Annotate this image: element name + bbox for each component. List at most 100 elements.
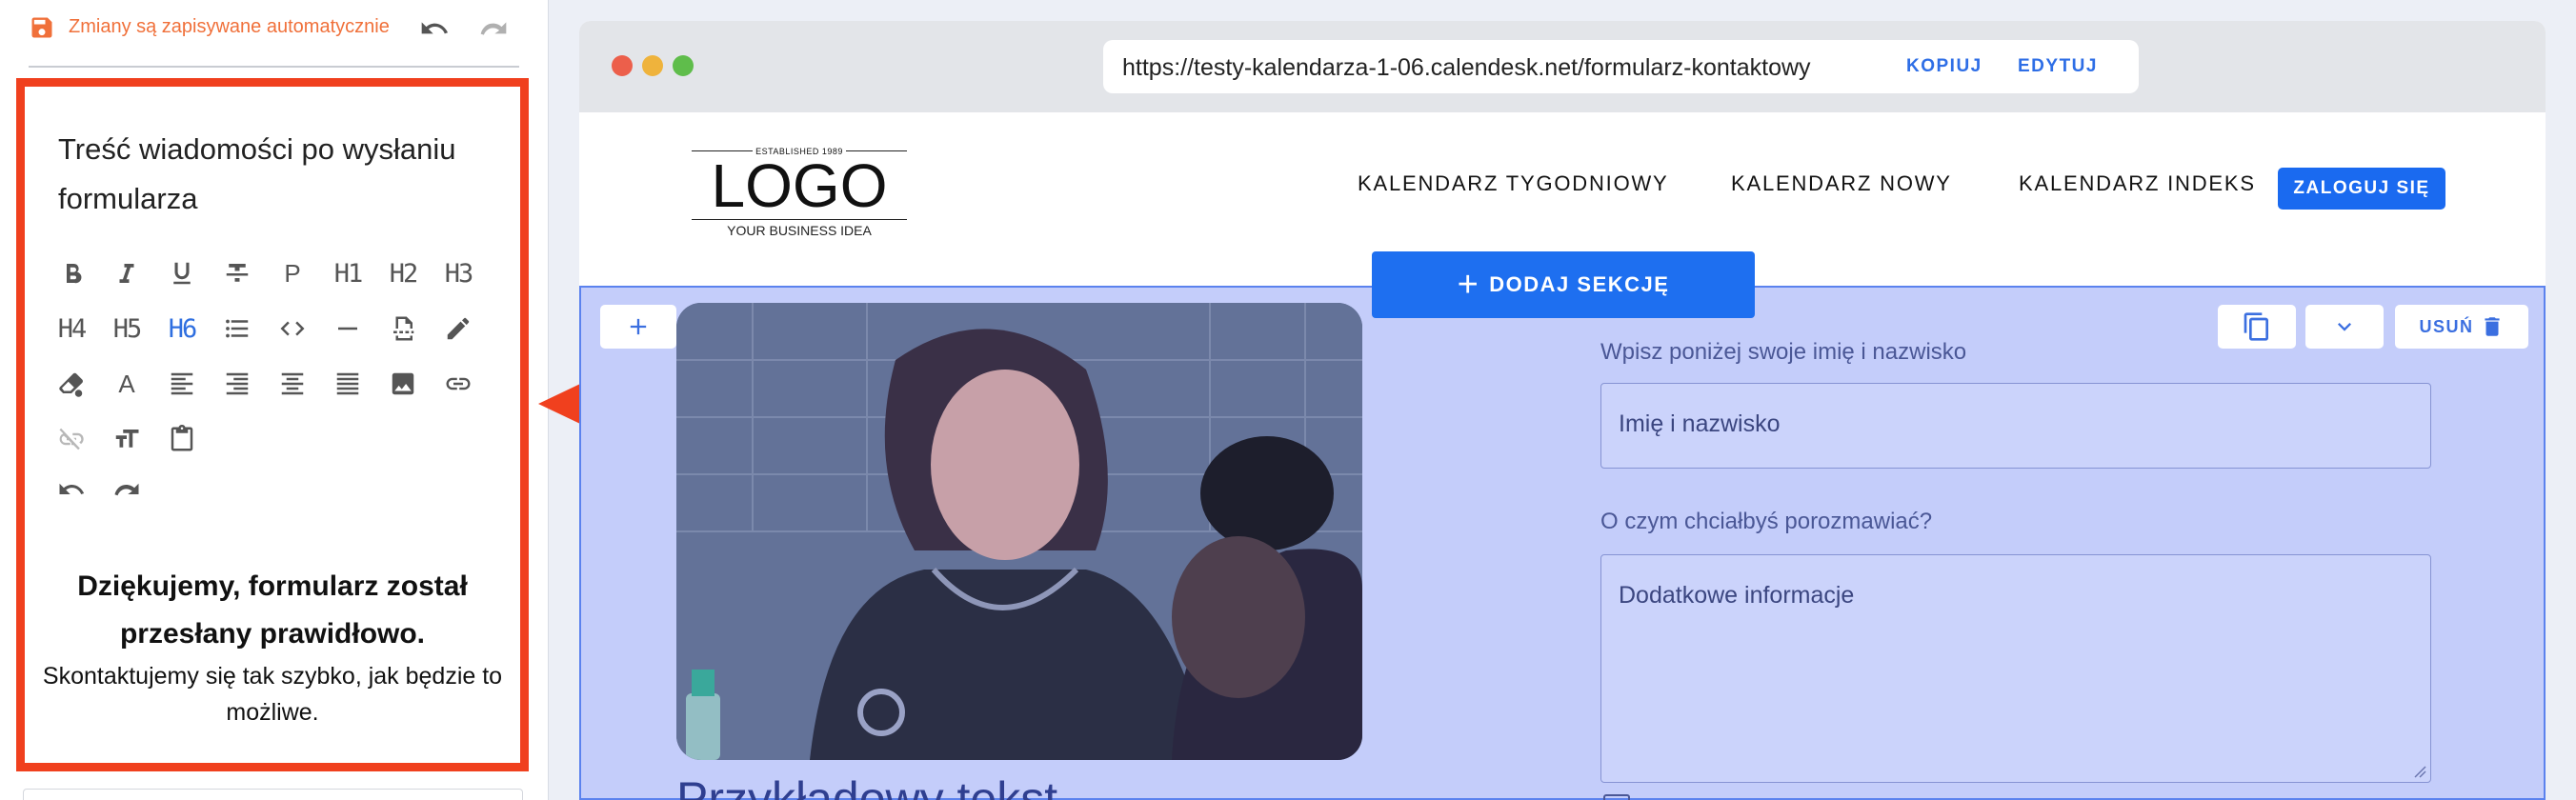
toolbar-h6-label: H6 (168, 313, 197, 344)
trash-icon (2484, 317, 2500, 336)
toolbar-h3-label: H3 (444, 258, 473, 289)
toolbar-page-break-button[interactable] (380, 306, 426, 351)
plus-icon: + (1457, 265, 1480, 305)
nav-link-kalendarz-indeks[interactable]: KALENDARZ INDEKS (2019, 171, 2256, 196)
contact-form-section[interactable]: USUŃ Przykładowy tekst Wpisz poniżej swo… (579, 286, 2546, 800)
toolbar-italic-button[interactable] (104, 250, 150, 296)
autosave-status: Zmiany są zapisywane automatycznie (69, 16, 390, 37)
nav-link-kalendarz-tygodniowy[interactable]: KALENDARZ TYGODNIOWY (1358, 171, 1669, 196)
toolbar-font-color-button[interactable]: A (104, 361, 150, 407)
toolbar-align-left-button[interactable] (159, 361, 205, 407)
toolbar-paste-button[interactable] (159, 416, 205, 462)
toolbar-align-center-button[interactable] (270, 361, 315, 407)
list-icon (226, 319, 249, 338)
delete-label: USUŃ (2419, 316, 2474, 336)
delete-section-button[interactable]: USUŃ (2395, 305, 2528, 349)
add-section-button[interactable]: + DODAJ SEKCJĘ (1372, 251, 1755, 318)
toolbar-strikethrough-button[interactable] (214, 250, 260, 296)
login-button[interactable]: ZALOGUJ SIĘ (2278, 168, 2445, 210)
consent-checkbox[interactable] (1603, 794, 1630, 800)
copy-url-button[interactable]: KOPIUJ (1906, 56, 1982, 77)
code-icon (280, 321, 305, 336)
image-icon (392, 372, 414, 395)
toolbar-paragraph-button[interactable]: P (270, 250, 315, 296)
message-preview-title[interactable]: Dziękujemy, formularz został przesłany p… (44, 563, 501, 658)
redo-icon[interactable] (476, 13, 511, 44)
toolbar-h6-button[interactable]: H6 (159, 306, 205, 351)
browser-preview: https://testy-kalendarza-1-06.calendesk.… (579, 21, 2546, 800)
toolbar-align-justify-button[interactable] (325, 361, 371, 407)
expand-section-button[interactable] (600, 305, 676, 349)
toolbar-underline-button[interactable] (159, 250, 205, 296)
toolbar-h4-button[interactable]: H4 (49, 306, 94, 351)
toolbar-h5-button[interactable]: H5 (104, 306, 150, 351)
plus-icon (630, 318, 647, 335)
toolbar-highlight-button[interactable] (435, 306, 481, 351)
toolbar-h1-label: H1 (333, 258, 363, 289)
undo-icon (59, 483, 85, 494)
logo-rule (692, 219, 907, 220)
name-input[interactable]: Imię i nazwisko (1600, 383, 2431, 469)
align-justify-icon (336, 372, 359, 395)
toolbar-h4-label: H4 (57, 313, 87, 344)
page-url: https://testy-kalendarza-1-06.calendesk.… (1122, 54, 1811, 81)
add-section-label: DODAJ SEKCJĘ (1489, 272, 1670, 296)
window-minimize-dot (642, 55, 663, 76)
pen-icon (447, 317, 470, 340)
toolbar-align-right-button[interactable] (214, 361, 260, 407)
toolbar-image-button[interactable] (380, 361, 426, 407)
move-down-button[interactable] (2305, 305, 2384, 349)
underline-icon (173, 262, 191, 285)
divider (29, 66, 519, 68)
toolbar-bold-button[interactable] (49, 250, 94, 296)
message-preview-body[interactable]: Skontaktujemy się tak szybko, jak będzie… (34, 658, 511, 730)
editor-topbar: Zmiany są zapisywane automatycznie (0, 0, 549, 68)
nav-link-kalendarz-nowy[interactable]: KALENDARZ NOWY (1731, 171, 1952, 196)
align-right-icon (226, 372, 249, 395)
toolbar-clear-format-button[interactable] (49, 361, 94, 407)
topic-field-label: O czym chciałbyś porozmawiać? (1600, 509, 1933, 534)
window-maximize-dot (673, 55, 694, 76)
edit-url-button[interactable]: EDYTUJ (2018, 56, 2098, 77)
site-logo[interactable]: ESTABLISHED 1989 LOGO YOUR BUSINESS IDEA (692, 143, 907, 243)
undo-icon[interactable] (417, 13, 452, 44)
toolbar-horizontal-rule-button[interactable] (325, 306, 371, 351)
chevron-down-icon (2338, 323, 2351, 331)
toolbar-undo-button[interactable] (49, 471, 94, 498)
link-icon (446, 377, 471, 390)
redo-icon (114, 483, 139, 496)
toolbar-paragraph-label: P (284, 258, 301, 288)
browser-chrome: https://testy-kalendarza-1-06.calendesk.… (579, 21, 2546, 112)
next-panel-card (23, 789, 523, 800)
clipboard-icon (171, 425, 193, 451)
topic-textarea[interactable]: Dodatkowe informacje (1600, 554, 2431, 783)
window-close-dot (612, 55, 633, 76)
duplicate-section-button[interactable] (2218, 305, 2296, 349)
resize-handle-icon[interactable] (2413, 765, 2426, 778)
toolbar-code-button[interactable] (270, 306, 315, 351)
toolbar-h2-button[interactable]: H2 (380, 250, 426, 296)
toolbar-h1-button[interactable]: H1 (325, 250, 371, 296)
bold-icon (67, 263, 82, 284)
toolbar-link-button[interactable] (435, 361, 481, 407)
toolbar-unlink-button[interactable] (49, 416, 94, 462)
page-break-icon (393, 316, 414, 341)
align-left-icon (171, 372, 193, 395)
address-bar[interactable]: https://testy-kalendarza-1-06.calendesk.… (1103, 40, 2139, 93)
unlink-icon (59, 428, 84, 450)
name-field-label: Wpisz poniżej swoje imię i nazwisko (1600, 339, 1967, 365)
logo-text: LOGO (711, 151, 888, 220)
toolbar-h5-label: H5 (112, 313, 142, 344)
toolbar-h3-button[interactable]: H3 (435, 250, 481, 296)
doctor-photo[interactable] (676, 303, 1362, 760)
strikethrough-icon (226, 264, 249, 282)
name-input-placeholder: Imię i nazwisko (1619, 410, 1781, 437)
topic-textarea-placeholder: Dodatkowe informacje (1619, 582, 1855, 609)
eraser-icon (59, 372, 83, 397)
sample-text[interactable]: Przykładowy tekst (676, 771, 1057, 800)
site-page: ESTABLISHED 1989 LOGO YOUR BUSINESS IDEA… (579, 112, 2546, 800)
editor-sidebar: Zmiany są zapisywane automatycznie Treść… (0, 0, 549, 800)
toolbar-redo-button[interactable] (104, 471, 150, 498)
toolbar-bullet-list-button[interactable] (214, 306, 260, 351)
toolbar-font-size-button[interactable] (104, 416, 150, 462)
